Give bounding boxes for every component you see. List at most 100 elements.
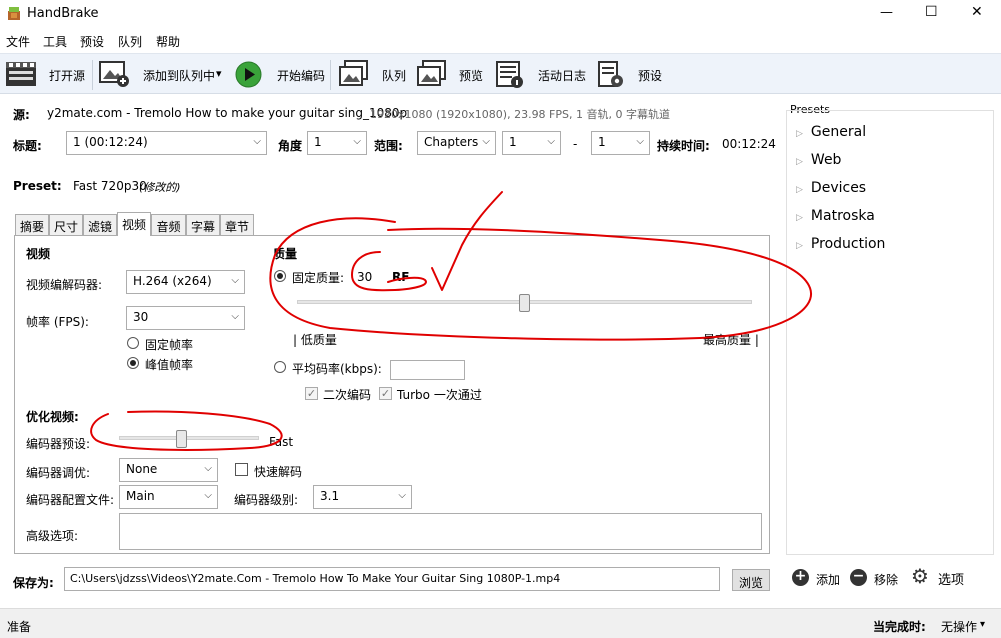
open-source-icon[interactable]: [5, 60, 37, 88]
constant-framerate-label: 固定帧率: [145, 338, 194, 352]
avg-bitrate-radio[interactable]: [274, 361, 286, 373]
preview-icon[interactable]: [416, 60, 448, 88]
toolbar: 打开源 添加到队列中 ▾ 开始编码 队列 预览 活动日志 预设: [0, 53, 1001, 94]
encoder-tune-label: 编码器调优:: [26, 466, 91, 480]
activity-log-icon[interactable]: [495, 60, 525, 88]
save-as-label: 保存为:: [13, 576, 54, 590]
activity-log-button[interactable]: 活动日志: [538, 67, 586, 84]
handbrake-logo-icon: [8, 7, 20, 20]
encoder-level-select[interactable]: 3.1 ⌵: [313, 485, 412, 509]
angle-label: 角度: [278, 139, 303, 153]
fast-decode-checkbox[interactable]: [235, 463, 248, 476]
optimize-section-title: 优化视频:: [26, 410, 79, 424]
close-button[interactable]: ✕: [971, 4, 983, 20]
avg-bitrate-label: 平均码率(kbps):: [292, 362, 382, 376]
add-to-queue-dropdown[interactable]: ▾: [216, 67, 222, 80]
tab-dimensions[interactable]: 尺寸: [49, 214, 83, 235]
peak-framerate-radio[interactable]: [127, 357, 139, 369]
menu-queue[interactable]: 队列: [118, 33, 142, 50]
quality-slider-thumb[interactable]: [518, 294, 530, 312]
chevron-down-icon: ⌵: [636, 136, 644, 147]
tab-chapters[interactable]: 章节: [220, 214, 254, 235]
menu-presets[interactable]: 预设: [80, 33, 104, 50]
encoder-tune-select[interactable]: None ⌵: [119, 458, 218, 482]
range-end-select[interactable]: 1 ⌵: [591, 131, 650, 155]
encoder-level-label: 编码器级别:: [234, 493, 299, 507]
range-type-select[interactable]: Chapters ⌵: [417, 131, 496, 155]
constant-quality-value[interactable]: 30: [357, 270, 372, 284]
add-preset-icon[interactable]: +: [792, 569, 809, 586]
add-to-queue-button[interactable]: 添加到队列中: [143, 67, 215, 84]
preset-group-web[interactable]: ▷ Web: [796, 152, 841, 168]
video-section-title: 视频: [26, 247, 51, 261]
codec-select[interactable]: H.264 (x264) ⌵: [126, 270, 245, 294]
preset-group-devices[interactable]: ▷ Devices: [796, 180, 866, 196]
remove-preset-button[interactable]: 移除: [874, 571, 898, 588]
range-label: 范围:: [374, 139, 403, 153]
minimize-button[interactable]: —: [880, 5, 893, 20]
encoder-profile-select[interactable]: Main ⌵: [119, 485, 218, 509]
advanced-options-input[interactable]: [119, 513, 762, 550]
save-path-input[interactable]: C:\Users\jdzss\Videos\Y2mate.Com - Tremo…: [64, 567, 720, 591]
presets-button[interactable]: 预设: [638, 67, 662, 84]
chevron-down-icon: ⌵: [547, 136, 555, 147]
tab-audio[interactable]: 音频: [151, 214, 186, 235]
fast-decode-label: 快速解码: [254, 465, 303, 479]
range-start-select[interactable]: 1 ⌵: [502, 131, 561, 155]
avg-bitrate-input[interactable]: [390, 360, 465, 380]
menu-help[interactable]: 帮助: [156, 33, 180, 50]
encoder-preset-slider-track[interactable]: [119, 436, 259, 440]
play-icon[interactable]: [235, 61, 262, 88]
duration-label: 持续时间:: [657, 139, 710, 153]
start-encode-button[interactable]: 开始编码: [277, 67, 325, 84]
preset-modified: (修改的): [139, 181, 181, 194]
status-text: 准备: [7, 620, 32, 634]
presets-icon[interactable]: [597, 60, 625, 88]
open-source-button[interactable]: 打开源: [49, 67, 85, 84]
toolbar-separator: [92, 60, 93, 90]
tab-video[interactable]: 视频: [117, 212, 151, 236]
encoder-preset-label: 编码器预设:: [26, 437, 91, 451]
chevron-down-icon[interactable]: ▾: [980, 619, 985, 630]
toolbar-separator: [330, 60, 331, 90]
preset-group-general[interactable]: ▷ General: [796, 124, 866, 140]
two-pass-checkbox[interactable]: ✓: [305, 387, 318, 400]
encoder-preset-slider-thumb[interactable]: [176, 430, 187, 448]
remove-preset-icon[interactable]: −: [850, 569, 867, 586]
browse-button[interactable]: 浏览: [732, 569, 770, 591]
angle-select[interactable]: 1 ⌵: [307, 131, 367, 155]
turbo-label: Turbo 一次通过: [397, 388, 482, 402]
tab-summary[interactable]: 摘要: [15, 214, 49, 235]
low-quality-label: | 低质量: [293, 333, 337, 347]
chevron-down-icon: ⌵: [253, 136, 261, 147]
constant-framerate-radio[interactable]: [127, 337, 139, 349]
expand-arrow-icon: ▷: [796, 241, 803, 251]
queue-icon[interactable]: [338, 60, 370, 88]
constant-quality-radio[interactable]: [274, 270, 286, 282]
menu-file[interactable]: 文件: [6, 33, 30, 50]
expand-arrow-icon: ▷: [796, 185, 803, 195]
when-done-select[interactable]: 无操作: [941, 618, 977, 635]
gear-icon[interactable]: ⚙: [911, 564, 929, 588]
when-done-label: 当完成时:: [873, 620, 926, 634]
title-select[interactable]: 1 (00:12:24) ⌵: [66, 131, 267, 155]
preview-button[interactable]: 预览: [459, 67, 483, 84]
chevron-down-icon: ⌵: [231, 311, 239, 322]
queue-button[interactable]: 队列: [382, 67, 406, 84]
preset-group-matroska[interactable]: ▷ Matroska: [796, 208, 875, 224]
add-preset-button[interactable]: 添加: [816, 571, 840, 588]
chevron-down-icon: ⌵: [482, 136, 490, 147]
preset-group-production[interactable]: ▷ Production: [796, 236, 885, 252]
menu-tools[interactable]: 工具: [43, 33, 67, 50]
turbo-checkbox[interactable]: ✓: [379, 387, 392, 400]
menu-bar: 文件 工具 预设 队列 帮助: [0, 28, 1001, 53]
options-button[interactable]: 选项: [938, 569, 964, 588]
fps-select[interactable]: 30 ⌵: [126, 306, 245, 330]
maximize-button[interactable]: ☐: [925, 4, 938, 20]
two-pass-label: 二次编码: [323, 388, 372, 402]
add-to-queue-icon[interactable]: [99, 60, 131, 88]
advanced-options-label: 高级选项:: [26, 529, 79, 543]
tab-filters[interactable]: 滤镜: [83, 214, 117, 235]
tab-subtitles[interactable]: 字幕: [186, 214, 220, 235]
chevron-down-icon: ⌵: [231, 275, 239, 286]
